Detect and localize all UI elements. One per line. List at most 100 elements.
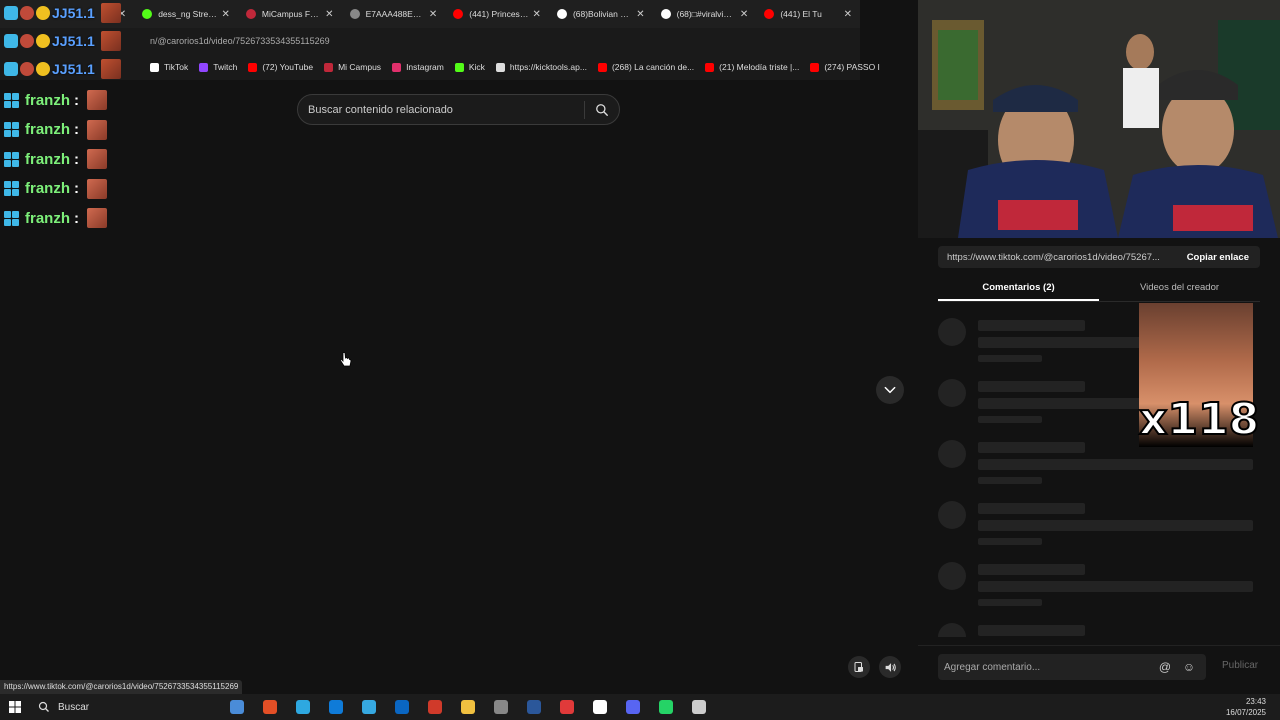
taskbar-search[interactable]: Buscar — [30, 696, 220, 718]
chat-emote — [87, 208, 107, 228]
taskbar-app-icon[interactable] — [682, 694, 715, 720]
taskbar-app-icon[interactable] — [616, 694, 649, 720]
taskbar-app-icon[interactable] — [451, 694, 484, 720]
taskbar-app-icon[interactable] — [352, 694, 385, 720]
bookmarks-bar: TikTok Twitch (72) YouTube Mi Campus Instagr… — [0, 54, 880, 80]
browser-tab[interactable]: (441) El Tu ✕ — [756, 0, 860, 28]
search-input[interactable] — [298, 103, 584, 116]
chat-username: franzh — [25, 150, 70, 168]
bookmark-item[interactable]: https://kicktools.ap... — [495, 62, 587, 72]
taskbar-app-icon[interactable] — [319, 694, 352, 720]
taskbar-app-icon[interactable] — [649, 694, 682, 720]
tab-title: (68)Bolivian Coca — [572, 9, 632, 19]
share-link-url[interactable]: https://www.tiktok.com/@carorios1d/video… — [938, 252, 1176, 263]
bookmark-item[interactable]: (268) La canción de... — [597, 62, 694, 72]
bookmark-item[interactable]: TikTok — [150, 62, 188, 72]
close-icon[interactable]: ✕ — [844, 9, 852, 20]
browser-tab[interactable]: E7AAA488E1511F ✕ — [342, 0, 446, 28]
tab-favicon-icon — [245, 9, 256, 19]
chat-emote — [87, 149, 107, 169]
publish-button[interactable]: Publicar — [1222, 660, 1258, 671]
bookmark-favicon-icon — [248, 62, 258, 72]
taskbar-app-icon[interactable] — [550, 694, 583, 720]
taskbar-clock[interactable]: 23:43 16/07/2025 — [1226, 696, 1266, 718]
chat-separator: : — [74, 180, 79, 197]
chat-emote — [87, 119, 107, 140]
comment-skeleton — [938, 440, 1258, 490]
bookmark-item[interactable]: Twitch — [199, 62, 237, 72]
browser-tab[interactable]: (68)Bolivian Coca ✕ — [549, 0, 653, 28]
bookmark-label: (72) YouTube — [262, 62, 314, 72]
taskbar-app-icon[interactable] — [418, 694, 451, 720]
bookmark-item[interactable]: (72) YouTube — [248, 62, 313, 72]
windows-taskbar: Buscar 23:43 16/07/2025 — [0, 694, 1280, 720]
bookmark-favicon-icon — [495, 62, 505, 72]
bookmark-item[interactable]: Mi Campus — [324, 62, 381, 72]
comment-input[interactable] — [944, 661, 1158, 673]
clock-date: 16/07/2025 — [1225, 708, 1266, 717]
close-icon[interactable]: ✕ — [740, 9, 748, 20]
bookmark-label: Twitch — [213, 62, 238, 72]
emoji-icon[interactable]: ☺ — [1182, 660, 1196, 674]
bookmark-item[interactable]: Instagram — [392, 62, 444, 72]
mention-icon[interactable]: @ — [1158, 660, 1172, 674]
mini-player-button[interactable] — [848, 656, 870, 678]
bookmark-label: https://kicktools.ap... — [509, 62, 587, 72]
badge-icon — [4, 181, 19, 196]
tab-comments[interactable]: Comentarios (2) — [938, 276, 1099, 301]
tab-creator-videos[interactable]: Videos del creador — [1099, 276, 1260, 301]
browser-tab[interactable]: MiCampus FCCTP ✕ — [238, 0, 342, 28]
clock-time: 23:43 — [1245, 697, 1266, 706]
chat-emote — [87, 178, 107, 199]
browser-tab[interactable]: dess_ng Stream -✕ — [134, 0, 238, 28]
volume-button[interactable] — [879, 656, 901, 678]
taskbar-app-icon[interactable] — [286, 694, 319, 720]
comment-skeleton — [938, 501, 1258, 551]
badge-icon — [4, 34, 18, 48]
taskbar-app-icon[interactable] — [517, 694, 550, 720]
close-icon[interactable]: ✕ — [533, 9, 541, 20]
address-url[interactable]: n/@carorios1d/video/7526733534355115269 — [150, 36, 330, 46]
related-search — [297, 94, 620, 125]
search-button[interactable] — [585, 95, 619, 124]
avatar — [100, 3, 121, 23]
bookmark-favicon-icon — [324, 62, 334, 72]
tab-favicon-icon — [453, 9, 464, 19]
bookmark-favicon-icon — [392, 62, 402, 72]
close-icon[interactable]: ✕ — [636, 9, 644, 20]
taskbar-apps — [220, 694, 715, 720]
taskbar-app-icon[interactable] — [484, 694, 517, 720]
chat-separator: : — [74, 91, 79, 109]
status-bar-url: https://www.tiktok.com/@carorios1d/video… — [0, 680, 243, 694]
close-icon[interactable]: ✕ — [221, 9, 229, 20]
close-icon[interactable]: ✕ — [325, 9, 333, 20]
taskbar-app-icon[interactable] — [385, 694, 418, 720]
laughing-face-sticker: x118 — [1138, 303, 1260, 447]
taskbar-app-icon[interactable] — [220, 694, 253, 720]
badge-icon — [20, 62, 34, 76]
browser-tab[interactable]: (441) Princesa Al ✕ — [445, 0, 549, 28]
address-bar[interactable]: n/@carorios1d/video/7526733534355115269 — [0, 28, 860, 54]
bookmark-item[interactable]: Kick — [454, 62, 485, 72]
chat-username: franzh — [25, 91, 70, 109]
coin-icon — [36, 62, 50, 76]
chat-username: franzh — [25, 121, 70, 138]
bookmark-label: (21) Melodía triste |... — [719, 62, 800, 72]
bookmark-label: Kick — [468, 62, 485, 72]
next-video-button[interactable] — [876, 376, 904, 404]
bookmark-item[interactable]: (274) PASSO I — [810, 62, 880, 72]
windows-logo-icon — [9, 701, 21, 713]
bookmark-favicon-icon — [705, 62, 715, 72]
bookmark-item[interactable]: (21) Melodía triste |... — [705, 62, 799, 72]
taskbar-app-icon[interactable] — [253, 694, 286, 720]
close-icon[interactable]: ✕ — [429, 9, 437, 20]
taskbar-app-icon[interactable] — [583, 694, 616, 720]
screen: ✕dess_ng Stream -✕MiCampus FCCTP✕E7AAA48… — [0, 0, 1280, 720]
copy-link-button[interactable]: Copiar enlace — [1176, 252, 1260, 263]
overlay-badge-row: JJ51.1 — [4, 59, 121, 79]
bookmark-label: Mi Campus — [338, 62, 382, 72]
webcam-image — [918, 0, 1280, 238]
chat-emote — [87, 90, 107, 110]
start-button[interactable] — [0, 701, 30, 713]
browser-tab[interactable]: (68)□#viralvideo ✕ — [653, 0, 757, 28]
